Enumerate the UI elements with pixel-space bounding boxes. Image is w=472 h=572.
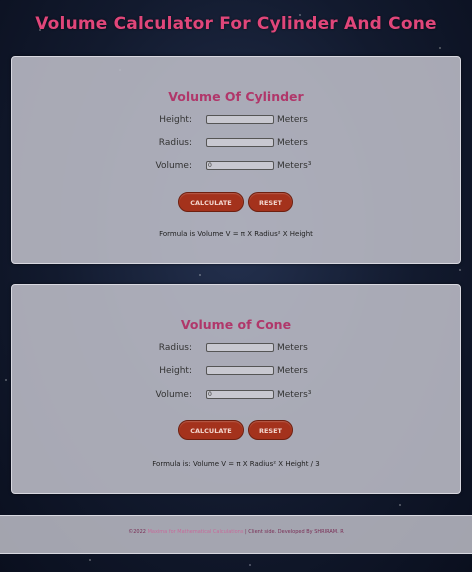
cone-calculate-button[interactable]: CALCULATE: [178, 420, 244, 440]
cylinder-volume-row: Volume: Meters³: [12, 160, 460, 174]
cylinder-height-input[interactable]: [206, 115, 274, 124]
footer: ©2022 Maxima for Mathematical Calculatio…: [0, 515, 472, 554]
cylinder-radius-unit: Meters: [277, 138, 308, 148]
cylinder-volume-unit: Meters³: [277, 161, 312, 171]
cylinder-height-unit: Meters: [277, 115, 308, 125]
cylinder-volume-output[interactable]: [206, 161, 274, 170]
cylinder-panel: Volume Of Cylinder Height: Meters Radius…: [11, 56, 461, 264]
cone-panel: Volume of Cone Radius: Meters Height: Me…: [11, 284, 461, 494]
cylinder-radius-input[interactable]: [206, 138, 274, 147]
cone-volume-row: Volume: Meters³: [12, 389, 460, 403]
cylinder-height-row: Height: Meters: [12, 114, 460, 128]
page-title: Volume Calculator For Cylinder And Cone: [35, 14, 437, 34]
cylinder-radius-label: Radius:: [158, 138, 192, 148]
cone-height-label: Height:: [159, 366, 192, 376]
cone-reset-button[interactable]: RESET: [248, 420, 293, 440]
cone-formula: Formula is: Volume V = π X Radius² X Hei…: [152, 460, 320, 468]
cone-height-unit: Meters: [277, 366, 308, 376]
cone-height-row: Height: Meters: [12, 365, 460, 379]
cylinder-calculate-button[interactable]: CALCULATE: [178, 192, 244, 212]
cylinder-formula: Formula is Volume V = π X Radius² X Heig…: [159, 230, 313, 238]
footer-text: ©2022 Maxima for Mathematical Calculatio…: [0, 529, 472, 535]
cone-radius-input[interactable]: [206, 343, 274, 352]
footer-copyright: ©2022: [128, 529, 146, 535]
cylinder-volume-label: Volume:: [155, 161, 192, 171]
cone-radius-unit: Meters: [277, 343, 308, 353]
cylinder-heading: Volume Of Cylinder: [168, 89, 304, 104]
cylinder-height-label: Height:: [159, 115, 192, 125]
cylinder-radius-row: Radius: Meters: [12, 137, 460, 151]
cylinder-reset-button[interactable]: RESET: [248, 192, 293, 212]
cone-volume-label: Volume:: [155, 390, 192, 400]
cone-volume-unit: Meters³: [277, 390, 312, 400]
cone-radius-row: Radius: Meters: [12, 342, 460, 356]
footer-site-link[interactable]: Maxima for Mathematical Calculations: [148, 529, 244, 535]
cone-volume-output[interactable]: [206, 390, 274, 399]
footer-credit: | Client side. Developed By SHRIRAM. R: [245, 529, 344, 535]
cone-radius-label: Radius:: [158, 343, 192, 353]
cone-height-input[interactable]: [206, 366, 274, 375]
cone-heading: Volume of Cone: [180, 317, 292, 332]
